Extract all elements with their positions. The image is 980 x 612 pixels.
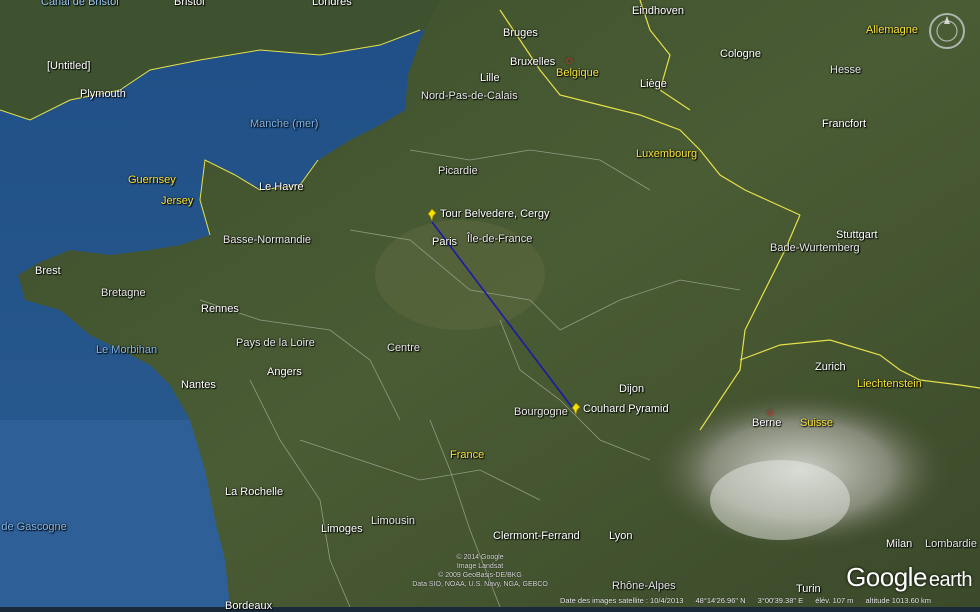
attribution: © 2014 Google Image Landsat © 2009 GeoBa… — [400, 553, 560, 589]
place-luxembourg: Luxembourg — [636, 148, 698, 160]
place-francfort: Francfort — [822, 118, 867, 130]
place-lombardie: Lombardie — [925, 538, 977, 550]
place-golfe-de-gascogne: Golfe de Gascogne — [0, 521, 67, 533]
attribution-line-2: Image Landsat — [456, 563, 504, 570]
place-londres: Londres — [312, 0, 352, 8]
place-milan: Milan — [886, 538, 913, 550]
place-liege: Liège — [640, 78, 667, 90]
place-paris: Paris — [432, 236, 458, 248]
place-ile-de-france: Île-de-France — [467, 233, 533, 245]
pushpin-icon[interactable] — [426, 208, 438, 222]
place-pays-de-la-loire: Pays de la Loire — [236, 337, 315, 349]
place-hesse: Hesse — [830, 64, 862, 76]
place-zurich: Zurich — [815, 361, 846, 373]
elevation-readout: élév. 107 m — [815, 596, 854, 605]
place-basse-normandie: Basse-Normandie — [223, 234, 312, 246]
pin-label-tour-belvedere[interactable]: Tour Belvedere, Cergy — [440, 208, 549, 220]
place-bruxelles: Bruxelles — [510, 56, 556, 68]
place-allemagne: Allemagne — [866, 24, 918, 36]
status-bar: Date des images satellite : 10/4/2013 48… — [560, 595, 980, 607]
place-manche: Manche (mer) — [250, 118, 319, 130]
place-brest: Brest — [35, 265, 61, 277]
place-le-morbihan: Le Morbihan — [96, 344, 158, 356]
place-belgique: Belgique — [556, 67, 599, 79]
place-eindhoven: Eindhoven — [632, 5, 684, 17]
deep-sea-area — [0, 420, 230, 607]
place-rennes: Rennes — [201, 303, 239, 315]
place-le-havre: Le Havre — [259, 181, 304, 193]
google-earth-logo: Google earth — [846, 562, 972, 593]
place-cologne: Cologne — [720, 48, 761, 60]
place-nantes: Nantes — [181, 379, 216, 391]
place-rhone-alpes: Rhône-Alpes — [612, 580, 676, 592]
place-bretagne: Bretagne — [101, 287, 146, 299]
place-bristol: Bristol — [174, 0, 205, 8]
place-berne: Berne — [752, 417, 782, 429]
place-suisse: Suisse — [800, 417, 834, 429]
place-limoges: Limoges — [321, 523, 363, 535]
place-stuttgart: Stuttgart — [836, 229, 878, 241]
pushpin-icon[interactable] — [570, 402, 582, 416]
place-clermont-ferrand: Clermont-Ferrand — [493, 530, 580, 542]
place-lille: Lille — [480, 72, 500, 84]
place-turin: Turin — [796, 583, 821, 595]
compass-icon[interactable] — [928, 12, 966, 50]
place-bade-wurtemberg: Bade-Wurtemberg — [770, 242, 860, 254]
place-angers: Angers — [267, 366, 302, 378]
place-guernsey: Guernsey — [128, 174, 176, 186]
imagery-date: Date des images satellite : 10/4/2013 — [560, 596, 684, 605]
place-plymouth: Plymouth — [80, 88, 126, 100]
google-wordmark: Google — [846, 562, 927, 592]
pin-label-couhard-pyramid[interactable]: Couhard Pyramid — [583, 403, 669, 415]
place-centre: Centre — [387, 342, 421, 354]
capital-star-icon: ✩ — [565, 56, 574, 67]
place-canal-de-bristol: Canal de Bristol — [41, 0, 119, 8]
attribution-line-1: © 2014 Google — [456, 554, 504, 561]
place-liechtenstein: Liechtenstein — [857, 378, 922, 390]
earth-wordmark: earth — [928, 569, 973, 591]
place-bordeaux: Bordeaux — [225, 600, 273, 612]
longitude-readout: 3°00'39.38" E — [757, 596, 804, 605]
place-la-rochelle: La Rochelle — [225, 486, 284, 498]
latitude-readout: 48°14'26.96" N — [695, 596, 746, 605]
attribution-line-4: Data SIO, NOAA, U.S. Navy, NGA, GEBCO — [412, 581, 548, 588]
place-untitled: [Untitled] — [47, 60, 91, 72]
place-nord-pas-de-calais: Nord-Pas-de-Calais — [421, 90, 518, 102]
attribution-line-3: © 2009 GeoBasis-DE/BKG — [438, 572, 522, 579]
place-lyon: Lyon — [609, 530, 633, 542]
place-limousin: Limousin — [371, 515, 416, 527]
place-bourgogne: Bourgogne — [514, 406, 568, 418]
alps-peaks — [710, 460, 850, 540]
place-bruges: Bruges — [503, 27, 538, 39]
eye-altitude-readout: altitude 1013.60 km — [865, 596, 931, 605]
place-picardie: Picardie — [438, 165, 478, 177]
place-france: France — [450, 449, 485, 461]
place-jersey: Jersey — [161, 195, 194, 207]
place-dijon: Dijon — [619, 383, 645, 395]
